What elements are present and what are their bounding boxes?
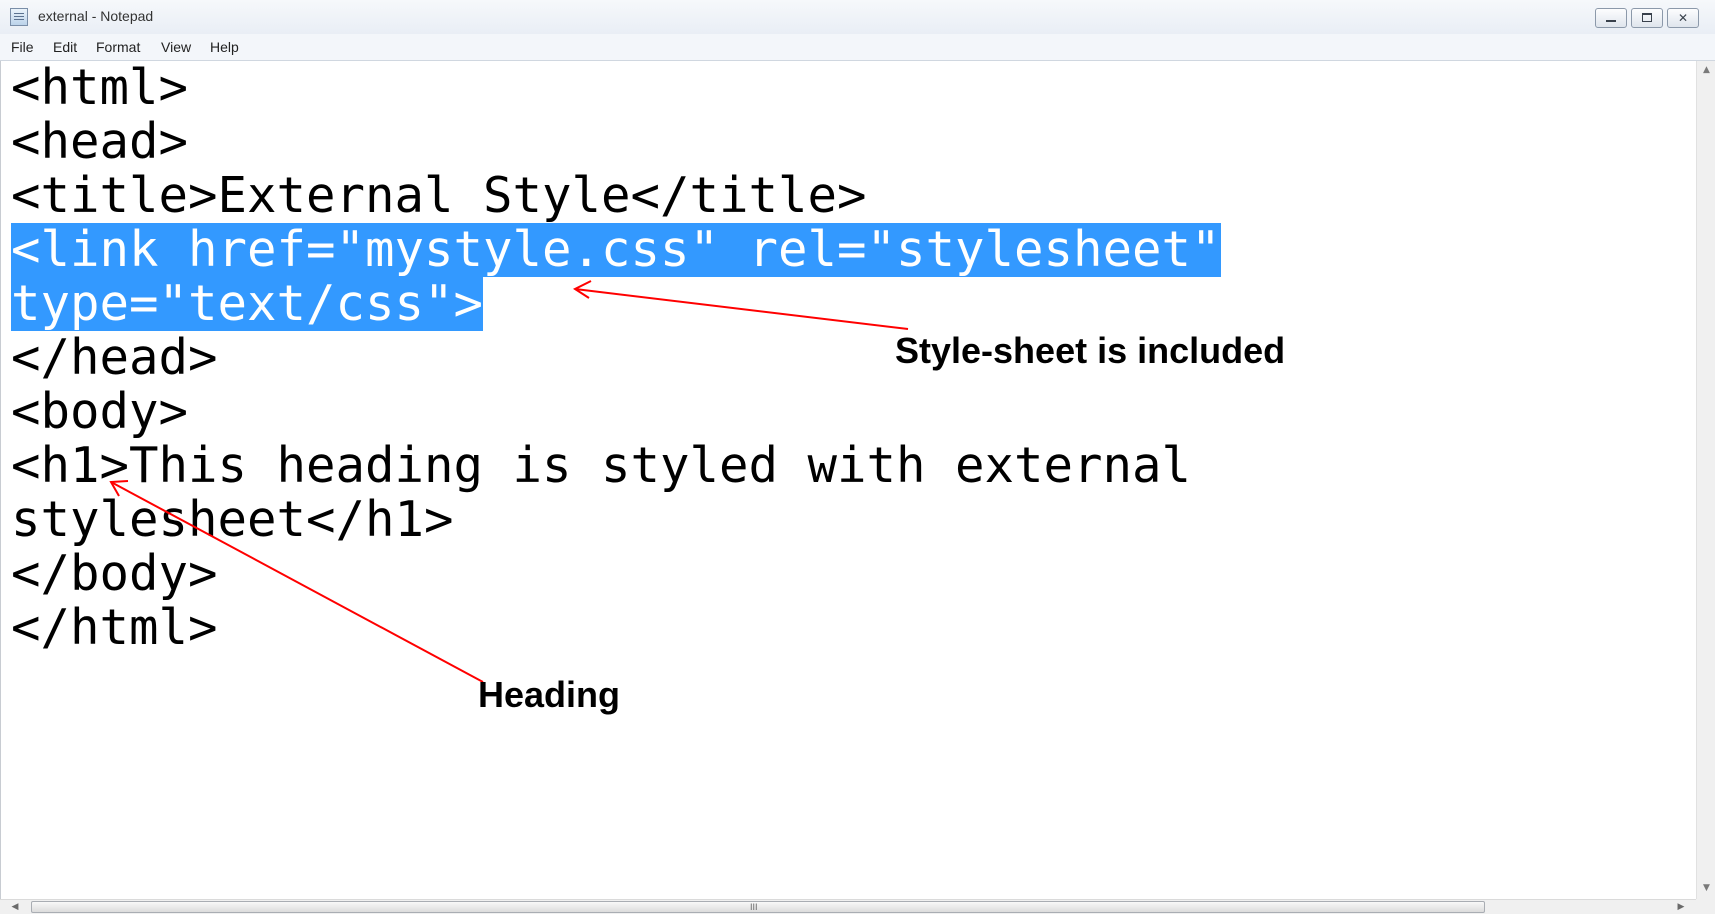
window-title: external - Notepad <box>38 8 154 24</box>
code-line-5-selected[interactable]: type="text/css"> <box>11 277 484 331</box>
horizontal-scrollbar[interactable]: ◀ III ▶ <box>0 899 1696 914</box>
restore-icon <box>1642 13 1652 22</box>
menu-bar: File Edit Format View Help <box>0 34 1715 61</box>
code-line-3[interactable]: <title>External Style</title> <box>11 169 867 223</box>
menu-file[interactable]: File <box>11 39 34 55</box>
code-line-2[interactable]: <head> <box>11 115 188 169</box>
code-line-1[interactable]: <html> <box>11 61 188 115</box>
scroll-down-icon[interactable]: ▼ <box>1697 879 1715 897</box>
notepad-window: external - Notepad ✕ File Edit Format Vi… <box>0 0 1715 914</box>
scroll-grip-icon: III <box>750 902 758 912</box>
scroll-right-icon[interactable]: ▶ <box>1672 900 1690 915</box>
code-line-7[interactable]: <body> <box>11 385 188 439</box>
menu-help[interactable]: Help <box>210 39 239 55</box>
menu-view[interactable]: View <box>161 39 191 55</box>
close-icon: ✕ <box>1677 11 1689 25</box>
code-line-9[interactable]: stylesheet</h1> <box>11 493 454 547</box>
scroll-up-icon[interactable]: ▲ <box>1697 61 1715 79</box>
title-bar[interactable]: external - Notepad ✕ <box>0 0 1715 35</box>
minimize-icon <box>1606 20 1616 22</box>
scrollbar-corner <box>1696 899 1715 914</box>
menu-format[interactable]: Format <box>96 39 140 55</box>
code-line-10[interactable]: </body> <box>11 547 218 601</box>
vertical-scrollbar[interactable]: ▲ ▼ <box>1696 61 1715 899</box>
code-line-6[interactable]: </head> <box>11 331 218 385</box>
text-editor-area[interactable]: <html> <head> <title>External Style</tit… <box>0 61 1697 899</box>
maximize-button[interactable] <box>1631 8 1663 28</box>
stylesheet-annotation-label: Style-sheet is included <box>895 330 1286 371</box>
notepad-icon[interactable] <box>10 8 28 26</box>
menu-edit[interactable]: Edit <box>53 39 77 55</box>
code-line-11[interactable]: </html> <box>11 601 218 655</box>
horizontal-scroll-thumb[interactable]: III <box>31 901 1485 913</box>
heading-annotation-label: Heading <box>478 674 621 715</box>
minimize-button[interactable] <box>1595 8 1627 28</box>
close-button[interactable]: ✕ <box>1667 8 1699 28</box>
scroll-left-icon[interactable]: ◀ <box>6 900 24 915</box>
code-line-8[interactable]: <h1>This heading is styled with external <box>11 439 1191 493</box>
code-line-4-selected[interactable]: <link href="mystyle.css" rel="stylesheet… <box>11 223 1221 277</box>
